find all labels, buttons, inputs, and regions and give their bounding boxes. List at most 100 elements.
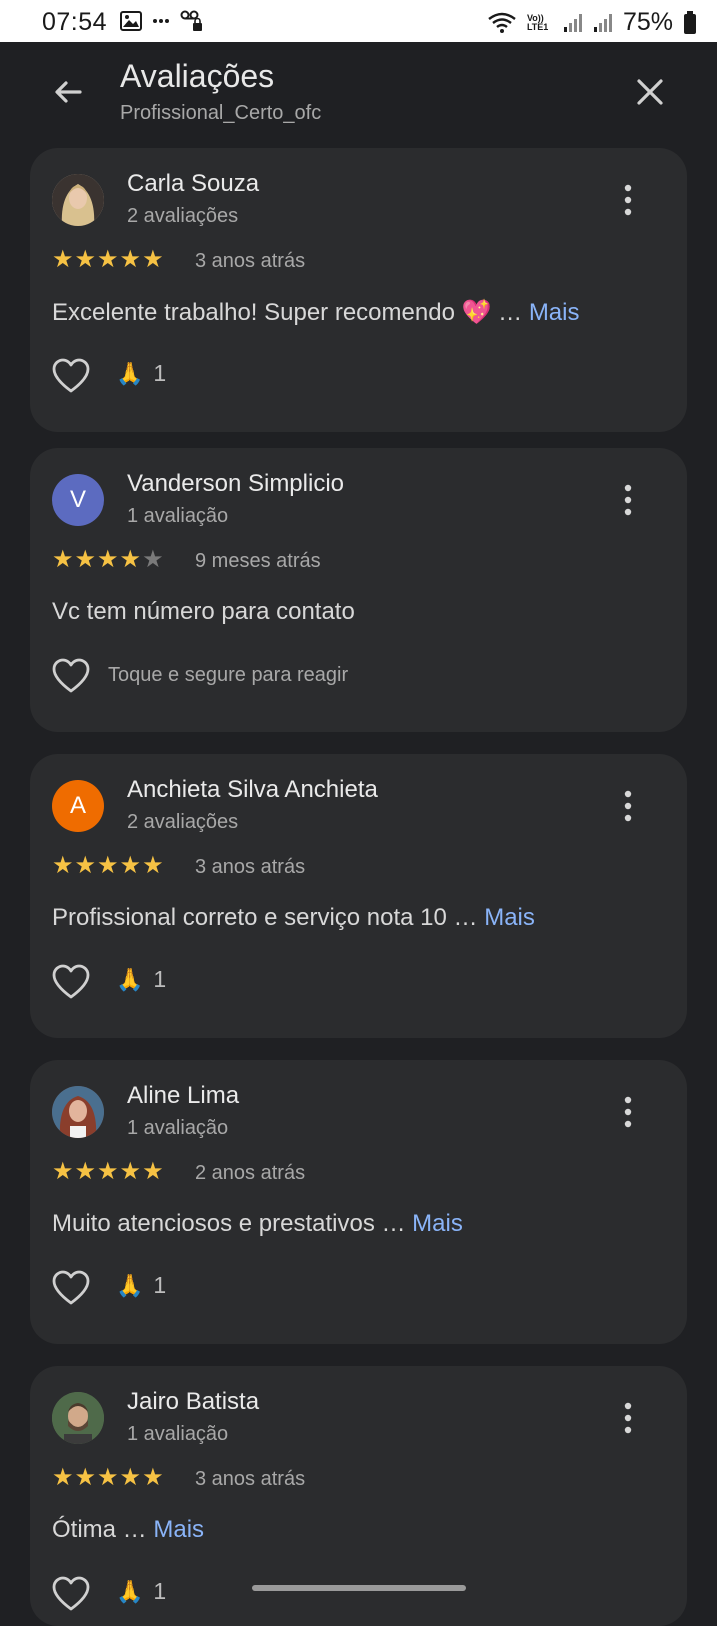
- more-link[interactable]: Mais: [529, 299, 580, 326]
- star-icon: ★: [74, 246, 97, 273]
- review-card: Aline Lima 1 avaliação ★ ★ ★ ★ ★ 2 anos …: [30, 1060, 687, 1344]
- home-indicator[interactable]: [252, 1585, 466, 1591]
- profile-photo-icon: [52, 174, 104, 226]
- star-icon: ★: [52, 852, 74, 879]
- signal-icon: [593, 13, 612, 32]
- avatar[interactable]: [52, 174, 104, 226]
- star-icon: ★: [119, 1464, 142, 1491]
- more-options-button[interactable]: [618, 182, 638, 218]
- star-icon: ★: [142, 1464, 164, 1491]
- volte-icon: Vo)) LTE1: [526, 12, 549, 32]
- more-vert-icon: [624, 1096, 632, 1128]
- review-text-body: Profissional correto e serviço nota 10 …: [52, 904, 478, 931]
- reviewer-name[interactable]: Vanderson Simplicio: [127, 470, 344, 498]
- heart-icon: [52, 1270, 90, 1305]
- review-text: Vc tem número para contato: [52, 598, 355, 625]
- reaction-count: 1: [153, 360, 167, 386]
- back-button[interactable]: [48, 72, 88, 112]
- more-dots-icon: [153, 19, 169, 23]
- review-date: 3 anos atrás: [195, 250, 306, 272]
- star-icon: ★: [119, 1158, 142, 1185]
- wifi-icon: [488, 12, 516, 33]
- reaction-summary[interactable]: 🙏 1: [116, 966, 166, 993]
- status-right: Vo)) LTE1 75%: [487, 8, 697, 37]
- review-text-body: Excelente trabalho! Super recomendo 💖 …: [52, 299, 523, 326]
- heart-icon: [52, 1576, 90, 1611]
- reviewer-name[interactable]: Aline Lima: [127, 1082, 239, 1110]
- more-vert-icon: [624, 484, 632, 516]
- more-link[interactable]: Mais: [153, 1516, 204, 1543]
- star-icon: ★: [142, 246, 164, 273]
- reviewer-name[interactable]: Jairo Batista: [127, 1388, 259, 1416]
- avatar-letter: V: [69, 486, 86, 513]
- reviewer-name[interactable]: Carla Souza: [127, 170, 259, 198]
- heart-icon: [52, 658, 90, 693]
- reaction-summary[interactable]: 🙏 1: [116, 1578, 166, 1605]
- star-icon: ★: [52, 246, 74, 273]
- star-rating: ★ ★ ★ ★ ★: [52, 1466, 164, 1490]
- pray-icon: 🙏: [116, 360, 144, 386]
- star-rating: ★ ★ ★ ★ ★: [52, 548, 164, 572]
- more-vert-icon: [624, 790, 632, 822]
- review-card: Carla Souza 2 avaliações ★ ★ ★ ★ ★ 3 ano…: [30, 148, 687, 432]
- star-icon: ★: [119, 852, 142, 879]
- reaction-hint: Toque e segure para reagir: [108, 664, 349, 686]
- star-icon: ★: [52, 1464, 74, 1491]
- like-button[interactable]: [52, 658, 90, 694]
- star-icon: ★: [52, 1158, 74, 1185]
- image-icon: [120, 11, 142, 31]
- star-rating: ★ ★ ★ ★ ★: [52, 1160, 164, 1184]
- reviewer-name[interactable]: Anchieta Silva Anchieta: [127, 776, 378, 804]
- battery-icon: [684, 10, 696, 34]
- status-bar: 07:54 Vo)) LTE1 75%: [0, 0, 717, 42]
- reaction-count: 1: [153, 1272, 167, 1298]
- page-title: Avaliações: [120, 58, 275, 94]
- reaction-summary[interactable]: 🙏 1: [116, 360, 166, 387]
- star-rating: ★ ★ ★ ★ ★: [52, 248, 164, 272]
- star-icon: ★: [74, 1464, 97, 1491]
- review-text-body: Ótima …: [52, 1516, 147, 1543]
- profile-photo-icon: [52, 1392, 104, 1444]
- avatar-letter: A: [69, 792, 86, 819]
- like-button[interactable]: [52, 964, 90, 1000]
- more-options-button[interactable]: [618, 482, 638, 518]
- reviewer-review-count: 1 avaliação: [127, 505, 229, 527]
- profile-photo-icon: [52, 1086, 104, 1138]
- review-card: A Anchieta Silva Anchieta 2 avaliações ★…: [30, 754, 687, 1038]
- reviewer-review-count: 2 avaliações: [127, 205, 239, 227]
- star-icon: ★: [97, 246, 119, 273]
- avatar[interactable]: A: [52, 780, 104, 832]
- status-left-icons: [120, 10, 204, 32]
- star-rating: ★ ★ ★ ★ ★: [52, 854, 164, 878]
- like-button[interactable]: [52, 358, 90, 394]
- review-text: Excelente trabalho! Super recomendo 💖 … …: [52, 298, 579, 327]
- pray-icon: 🙏: [116, 1272, 144, 1298]
- star-icon: ★: [142, 852, 164, 879]
- star-icon: ★: [142, 1158, 164, 1185]
- more-options-button[interactable]: [618, 1400, 638, 1436]
- like-button[interactable]: [52, 1270, 90, 1306]
- star-icon: ★: [97, 852, 119, 879]
- page-subtitle: Profissional_Certo_ofc: [120, 102, 322, 124]
- like-button[interactable]: [52, 1576, 90, 1612]
- star-icon: ★: [74, 852, 97, 879]
- avatar[interactable]: [52, 1086, 104, 1138]
- more-link[interactable]: Mais: [412, 1210, 463, 1237]
- review-text: Ótima … Mais: [52, 1516, 204, 1544]
- close-button[interactable]: [630, 72, 670, 112]
- more-options-button[interactable]: [618, 788, 638, 824]
- star-icon: ★: [52, 546, 74, 573]
- star-icon: ★: [97, 546, 119, 573]
- avatar[interactable]: [52, 1392, 104, 1444]
- more-link[interactable]: Mais: [484, 904, 535, 931]
- review-text-body: Muito atenciosos e prestativos …: [52, 1210, 406, 1237]
- review-card: V Vanderson Simplicio 1 avaliação ★ ★ ★ …: [30, 448, 687, 732]
- review-date: 2 anos atrás: [195, 1162, 306, 1184]
- avatar[interactable]: V: [52, 474, 104, 526]
- reaction-summary[interactable]: 🙏 1: [116, 1272, 166, 1299]
- heart-icon: [52, 964, 90, 999]
- more-options-button[interactable]: [618, 1094, 638, 1130]
- reviewer-review-count: 2 avaliações: [127, 811, 239, 833]
- review-date: 3 anos atrás: [195, 856, 306, 878]
- star-icon: ★: [119, 546, 142, 573]
